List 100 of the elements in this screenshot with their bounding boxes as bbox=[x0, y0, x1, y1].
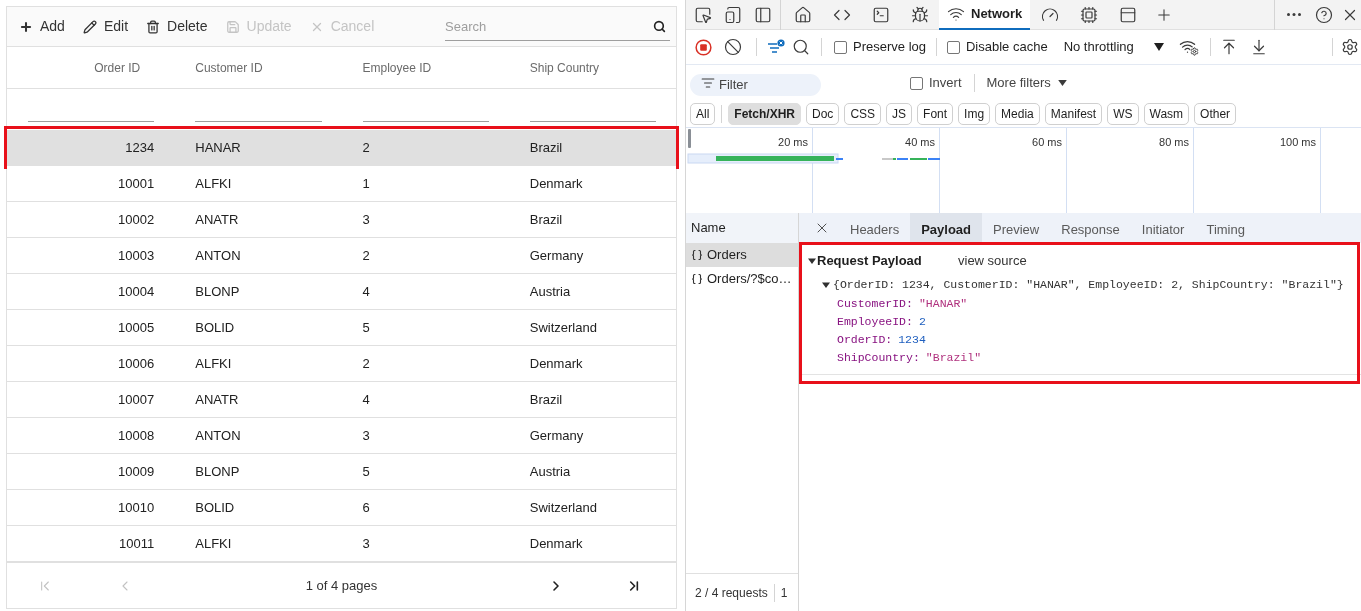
caret-icon bbox=[1057, 80, 1067, 86]
detail-tab[interactable]: Payload bbox=[910, 213, 982, 243]
filter-field[interactable]: Filter bbox=[690, 73, 821, 96]
column-header[interactable]: Order ID bbox=[94, 58, 141, 77]
edit-button[interactable]: Edit bbox=[76, 11, 135, 42]
name-column-header[interactable]: Name bbox=[686, 213, 798, 243]
table-cell-text: 10002 bbox=[118, 210, 155, 229]
table-cell-text: 2 bbox=[362, 138, 370, 157]
table-cell-text: 2 bbox=[362, 354, 370, 373]
column-header[interactable]: Customer ID bbox=[195, 58, 263, 77]
tick-label: 100 ms bbox=[1279, 135, 1316, 150]
delete-button[interactable]: Delete bbox=[140, 11, 214, 42]
table-cell-text: ALFKI bbox=[195, 354, 232, 373]
detail-tab[interactable]: Timing bbox=[1195, 213, 1256, 243]
table-cell-text: Switzerland bbox=[529, 318, 597, 337]
request-name: Orders bbox=[707, 246, 747, 265]
type-filter-chip[interactable]: Fetch/XHR bbox=[728, 103, 802, 125]
search-icon bbox=[792, 38, 810, 56]
chip-icon bbox=[1079, 6, 1098, 24]
detail-tab[interactable]: Initiator bbox=[1130, 213, 1196, 243]
detail-tab[interactable]: Response bbox=[1050, 213, 1131, 243]
window-icon bbox=[1118, 6, 1137, 24]
type-filter-chip[interactable]: Doc bbox=[806, 103, 840, 125]
request-name: Orders/?$co… bbox=[707, 270, 792, 289]
inspect-icon bbox=[694, 5, 712, 24]
section-title[interactable]: Request Payload bbox=[817, 251, 922, 271]
property-key: ShipCountry: bbox=[837, 349, 920, 367]
home-icon bbox=[793, 6, 812, 24]
status-text: 1 bbox=[780, 584, 788, 602]
search-field[interactable]: Search bbox=[445, 12, 670, 41]
property-value: "HANAR" bbox=[918, 296, 968, 313]
plus-icon bbox=[19, 19, 33, 34]
type-filter-chip[interactable]: Font bbox=[917, 103, 954, 125]
help-icon bbox=[1315, 5, 1333, 24]
throttling-select[interactable]: No throttling bbox=[1059, 35, 1164, 59]
table-cell-text: Brazil bbox=[529, 390, 563, 409]
gauge-icon bbox=[1040, 6, 1059, 24]
type-filter-chip[interactable]: Wasm bbox=[1143, 103, 1190, 125]
column-header[interactable]: Employee ID bbox=[362, 58, 432, 77]
table-cell-text: 3 bbox=[362, 534, 370, 553]
table-cell-text: 10007 bbox=[118, 390, 155, 409]
tick-label: 60 ms bbox=[1032, 135, 1062, 150]
type-filter-chip[interactable]: Other bbox=[1194, 103, 1237, 125]
pencil-icon bbox=[82, 19, 97, 34]
property-key: CustomerID: bbox=[837, 295, 913, 313]
column-header[interactable]: Ship Country bbox=[529, 58, 600, 77]
table-cell-text: 4 bbox=[362, 282, 370, 301]
property-value: "Brazil" bbox=[925, 350, 982, 367]
type-filter-chip[interactable]: Media bbox=[995, 103, 1040, 125]
disable-cache-checkbox[interactable] bbox=[947, 40, 960, 54]
table-cell-text: Switzerland bbox=[529, 498, 597, 517]
table-cell-text: 10009 bbox=[118, 462, 155, 481]
table-cell-text: ANATR bbox=[195, 390, 239, 409]
invert-checkbox[interactable] bbox=[910, 76, 923, 90]
type-filter-chip[interactable]: Manifest bbox=[1044, 103, 1103, 125]
type-filter-chip[interactable]: CSS bbox=[844, 103, 882, 125]
view-source-link[interactable]: view source bbox=[958, 251, 1027, 271]
preserve-log-checkbox[interactable] bbox=[834, 40, 847, 54]
table-cell-text: Germany bbox=[529, 246, 584, 265]
property-key: EmployeeID: bbox=[837, 313, 913, 331]
table-cell-text: 10008 bbox=[118, 426, 155, 445]
trash-icon bbox=[146, 19, 161, 34]
type-filter-chip[interactable]: WS bbox=[1107, 103, 1139, 125]
checkbox-label: Preserve log bbox=[853, 38, 926, 57]
table-cell-text: 10001 bbox=[118, 174, 155, 193]
caret-icon bbox=[1153, 43, 1164, 51]
filter-icon bbox=[767, 39, 785, 55]
type-filter-chip[interactable]: JS bbox=[886, 103, 913, 125]
detail-tab[interactable]: Headers bbox=[839, 213, 911, 243]
table-cell-text: HANAR bbox=[195, 138, 241, 157]
table-cell-text: Brazil bbox=[529, 138, 563, 157]
status-text: 2 / 4 requests bbox=[695, 584, 768, 602]
table-row[interactable]: 1234 HANAR 2 Brazil bbox=[7, 130, 676, 166]
wifi-gear-icon bbox=[1178, 38, 1199, 56]
table-row[interactable]: 10001 ALFKI 1 Denmark bbox=[7, 166, 676, 202]
panel-tab[interactable]: Network bbox=[939, 0, 1031, 30]
tick-label: 20 ms bbox=[778, 135, 808, 150]
detail-tab[interactable]: Preview bbox=[982, 213, 1051, 243]
table-cell-text: ALFKI bbox=[195, 174, 232, 193]
panel-left-icon bbox=[754, 5, 772, 24]
type-filter-chip[interactable]: All bbox=[690, 103, 716, 125]
table-cell-text: 1234 bbox=[125, 138, 155, 157]
property-value: 1234 bbox=[898, 332, 926, 349]
add-button[interactable]: Add bbox=[13, 11, 71, 42]
table-cell-text: 10011 bbox=[119, 534, 155, 553]
type-filter-chip[interactable]: Img bbox=[958, 103, 991, 125]
more-filters-button[interactable]: More filters bbox=[986, 71, 1067, 95]
table-cell-text: 3 bbox=[362, 426, 370, 445]
settings-icon bbox=[1341, 38, 1359, 56]
table-cell-text: Austria bbox=[529, 462, 571, 481]
payload-summary[interactable]: {OrderID: 1234, CustomerID: "HANAR", EmployeeID: 2, ShipCountry: "Brazil"} bbox=[833, 276, 1344, 294]
table-cell-text: BOLID bbox=[195, 318, 235, 337]
table-cell-text: BLONP bbox=[195, 462, 240, 481]
table-cell-text: Brazil bbox=[529, 210, 563, 229]
tick-label: 40 ms bbox=[905, 135, 935, 150]
table-cell-text: 10006 bbox=[118, 354, 155, 373]
table-cell-text: 10004 bbox=[118, 282, 155, 301]
checkbox-label: Invert bbox=[929, 74, 962, 93]
table-cell-text: ANATR bbox=[195, 210, 239, 229]
request-row[interactable]: Orders bbox=[686, 243, 798, 267]
